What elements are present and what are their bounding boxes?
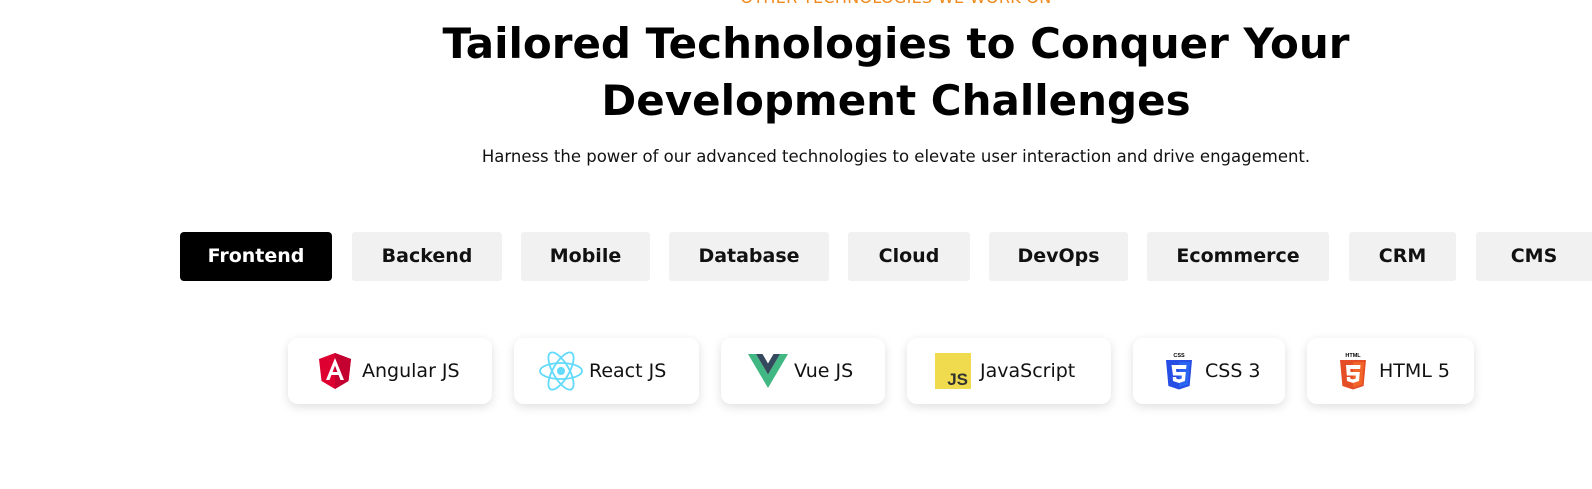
tab-devops[interactable]: DevOps	[989, 232, 1128, 281]
tech-label-vue: Vue JS	[794, 360, 854, 382]
html5-icon-text: HTML	[1345, 353, 1361, 359]
tech-card-angular[interactable]: Angular JS	[288, 338, 492, 404]
css3-icon-text: CSS	[1173, 353, 1185, 359]
tech-label-react: React JS	[589, 360, 667, 382]
css3-icon: CSS	[1165, 351, 1193, 391]
tab-cms[interactable]: CMS	[1476, 232, 1592, 281]
page-subtitle: Harness the power of our advanced techno…	[481, 147, 1311, 166]
eyebrow-label: OTHER TECHNOLOGIES WE WORK ON	[0, 0, 1592, 8]
tech-label-javascript: JavaScript	[980, 360, 1076, 382]
angular-icon	[318, 352, 352, 390]
tech-card-javascript[interactable]: JS JavaScript	[907, 338, 1111, 404]
tab-frontend[interactable]: Frontend	[180, 232, 332, 281]
tab-database[interactable]: Database	[669, 232, 829, 281]
tech-card-css3[interactable]: CSS CSS 3	[1133, 338, 1285, 404]
page-title: Tailored Technologies to Conquer Your De…	[0, 15, 1592, 129]
tech-label-html5: HTML 5	[1379, 360, 1450, 382]
tab-mobile[interactable]: Mobile	[521, 232, 650, 281]
tab-crm[interactable]: CRM	[1349, 232, 1456, 281]
tech-card-html5[interactable]: HTML HTML 5	[1307, 338, 1474, 404]
react-icon	[538, 351, 584, 391]
tab-backend[interactable]: Backend	[352, 232, 502, 281]
tech-card-vue[interactable]: Vue JS	[721, 338, 885, 404]
html5-icon: HTML	[1339, 351, 1367, 391]
tech-label-css3: CSS 3	[1205, 360, 1261, 382]
page-title-line-2: Development Challenges	[601, 76, 1191, 125]
tab-cloud[interactable]: Cloud	[848, 232, 970, 281]
javascript-icon: JS	[935, 353, 971, 389]
vue-icon	[748, 352, 788, 390]
page-title-line-1: Tailored Technologies to Conquer Your	[442, 19, 1350, 68]
tab-ecommerce[interactable]: Ecommerce	[1147, 232, 1329, 281]
tech-label-angular: Angular JS	[362, 360, 460, 382]
tech-card-react[interactable]: React JS	[514, 338, 699, 404]
javascript-icon-text: JS	[947, 370, 968, 389]
